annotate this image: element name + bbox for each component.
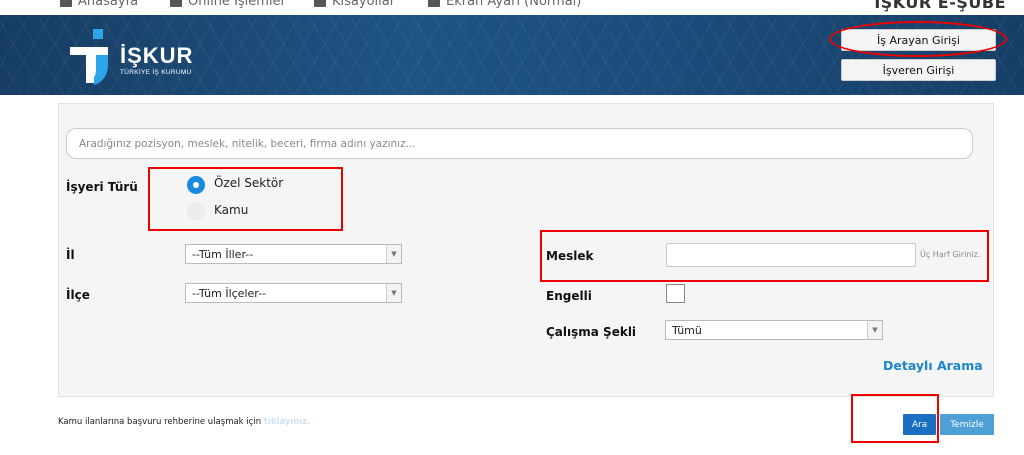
province-select-value: --Tüm İller--	[192, 247, 254, 261]
chevron-down-icon: ▼	[386, 284, 401, 302]
header: İŞKUR TÜRKİYE İŞ KURUMU İş Arayan Girişi…	[0, 15, 1024, 95]
province-label: İl	[66, 248, 75, 262]
highlight-oval	[829, 21, 1007, 57]
district-select[interactable]: --Tüm İlçeler-- ▼	[185, 283, 402, 303]
chevron-down-icon: ▼	[386, 245, 401, 263]
nav-item-screen-label: Ekran Ayarı (Normal)	[446, 0, 582, 9]
highlight-box-workplace	[148, 167, 343, 231]
work-type-select-value: Tümü	[672, 323, 702, 337]
logo-subtitle: TÜRKİYE İŞ KURUMU	[120, 69, 192, 76]
province-select[interactable]: --Tüm İller-- ▼	[185, 244, 402, 264]
footer-guide-text: Kamu ilanlarına başvuru rehberine ulaşma…	[58, 417, 310, 427]
detailed-search-link[interactable]: Detaylı Arama	[883, 358, 983, 373]
search-input[interactable]	[66, 128, 973, 159]
nav-item-home-label: Anasayfa	[78, 0, 139, 9]
work-type-label: Çalışma Şekli	[546, 325, 637, 339]
monitor-icon	[170, 0, 182, 7]
clear-button[interactable]: Temizle	[940, 414, 994, 435]
nav-item-shortcuts[interactable]: Kısayollar	[314, 0, 395, 9]
disabled-label: Engelli	[546, 289, 592, 303]
nav-item-shortcuts-label: Kısayollar	[332, 0, 396, 9]
highlight-box-search	[851, 394, 939, 443]
nav-item-screen[interactable]: Ekran Ayarı (Normal)	[428, 0, 581, 9]
shortcut-icon	[314, 0, 326, 7]
nav-item-online-label: Online İşlemler	[188, 0, 286, 9]
logo-text: İŞKUR	[120, 43, 194, 68]
brand-title: İŞKUR E-ŞUBE	[874, 0, 1006, 12]
nav-item-home[interactable]: Anasayfa	[60, 0, 138, 9]
district-select-value: --Tüm İlçeler--	[192, 286, 267, 300]
employer-login-button[interactable]: İşveren Girişi	[841, 59, 996, 81]
highlight-box-profession	[540, 230, 989, 282]
chevron-down-icon: ▼	[867, 321, 882, 339]
workplace-type-label: İşyeri Türü	[66, 180, 138, 194]
work-type-select[interactable]: Tümü ▼	[665, 320, 883, 340]
screen-setting-icon	[428, 0, 440, 7]
district-label: İlçe	[66, 288, 90, 302]
disabled-checkbox[interactable]	[666, 284, 685, 303]
footer-guide-label: Kamu ilanlarına başvuru rehberine ulaşma…	[58, 417, 262, 427]
nav-item-online[interactable]: Online İşlemler	[170, 0, 286, 9]
home-icon	[60, 0, 72, 7]
footer-guide-link[interactable]: tıklayınız.	[264, 417, 311, 427]
top-nav-bar: Anasayfa Online İşlemler Kısayollar Ekra…	[0, 0, 1024, 15]
